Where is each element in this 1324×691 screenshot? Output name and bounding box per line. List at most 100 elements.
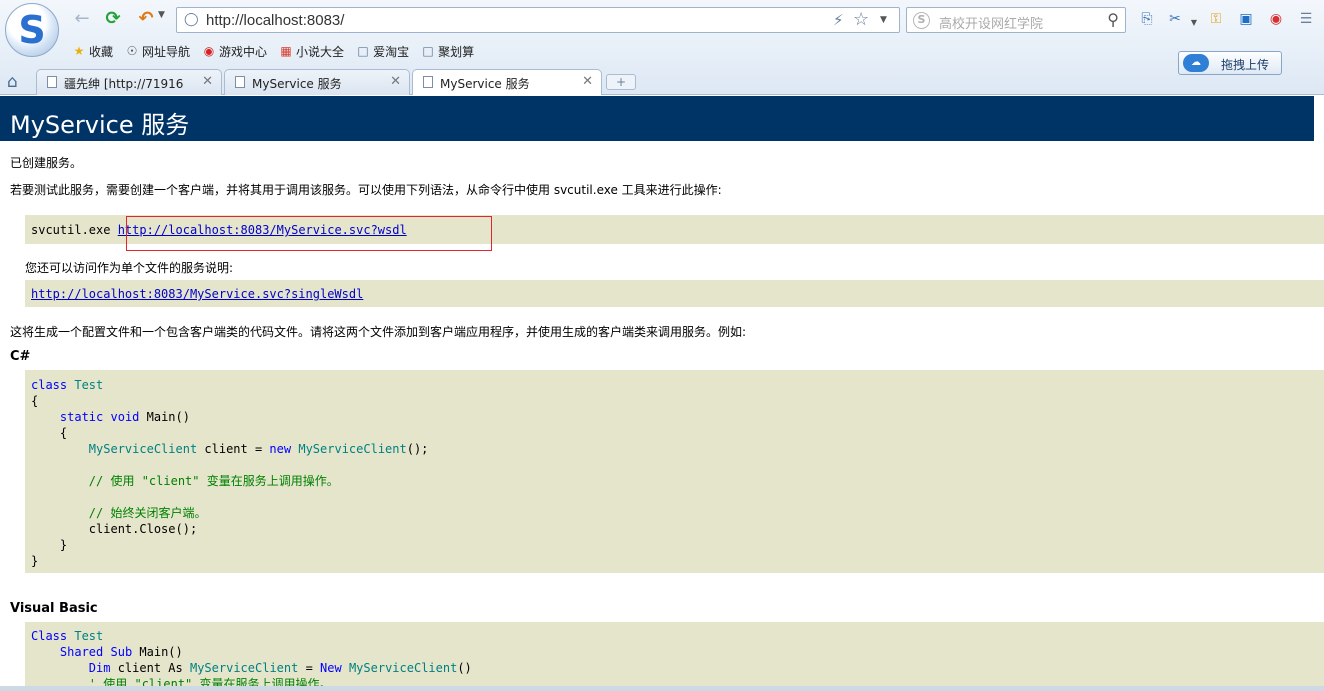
bookmark-label: 聚划算 [438,44,475,59]
star-icon: ★ [73,44,85,58]
horizontal-scrollbar[interactable] [0,686,1324,691]
code-line: } [59,538,68,552]
code-keyword: void [110,410,140,424]
code-comment: // 始终关闭客户端。 [88,506,207,520]
code-line: { [31,394,39,408]
bookmark-item[interactable]: □ 爱淘宝 [356,42,409,60]
bookmark-label: 游戏中心 [219,44,268,59]
code-line: (); [406,442,429,456]
svcutil-command: svcutil.exe [31,223,118,237]
home-icon[interactable]: ⌂ [7,72,18,92]
game-icon: ◉ [203,44,215,58]
new-tab-button[interactable]: + [606,74,636,90]
code-type: MyServiceClient [88,442,198,456]
code-keyword: new [269,442,292,456]
tab-label: MyService 服务 [252,77,342,91]
single-wsdl-link[interactable]: http://localhost:8083/MyService.svc?sing… [31,287,363,301]
page-icon: □ [422,44,434,58]
tab-1[interactable]: 疆先绅 [http://7191637 ✕ [36,69,222,95]
back-arrow-icon[interactable]: ← [70,8,94,30]
close-icon[interactable]: ✕ [582,74,593,89]
bookmark-item[interactable]: ▦ 小说大全 [279,42,344,60]
cloud-icon: ☁ [1183,54,1209,72]
csharp-title: C# [10,349,31,364]
code-line: Main() [132,645,183,659]
csharp-code-box: class Test { static void Main() { MyServ… [25,370,1324,573]
code-line: () [457,661,472,675]
globe-icon: ☉ [126,44,138,58]
close-icon[interactable]: ✕ [390,74,401,89]
page-content: MyService 服务 已创建服务。 若要测试此服务，需要创建一个客户端，并将… [0,95,1324,691]
heading-bar: MyService 服务 [0,96,1314,141]
code-line: { [59,426,68,440]
weibo-icon[interactable]: ◉ [1267,10,1285,28]
page-icon [235,76,245,88]
page-icon [423,76,433,88]
upload-label: 拖拽上传 [1221,58,1270,72]
bookmark-item[interactable]: □ 聚划算 [421,42,474,60]
code-type: MyServiceClient [348,661,458,675]
tab-3-active[interactable]: MyService 服务 ✕ [412,69,602,96]
single-wsdl-box: http://localhost:8083/MyService.svc?sing… [25,280,1324,307]
bookmark-item[interactable]: ◉ 游戏中心 [202,42,267,60]
address-dropdown-icon[interactable]: ▼ [880,15,887,25]
translate-icon[interactable]: ▣ [1237,10,1255,28]
highlight-frame [126,216,492,251]
vb-title: Visual Basic [10,601,98,616]
page-title: MyService 服务 [10,111,190,139]
code-type: MyServiceClient [298,442,407,456]
address-url[interactable]: http://localhost:8083/ [206,12,344,29]
code-line: = [298,661,321,675]
code-type: Test [74,629,104,643]
tab-2[interactable]: MyService 服务 ✕ [224,69,410,95]
code-line: Main() [139,410,190,424]
undo-icon[interactable]: ↶ [134,8,158,30]
csharp-code: class Test { static void Main() { MyServ… [31,377,428,569]
key-icon[interactable]: ⚿ [1207,10,1225,28]
bookmark-label: 爱淘宝 [373,44,410,59]
bookmark-item[interactable]: ★ 收藏 [72,42,113,60]
page-icon: □ [357,44,369,58]
tab-label: 疆先绅 [http://7191637 [64,77,184,91]
vb-code-box: Class Test Shared Sub Main() Dim client … [25,622,1324,691]
bookmark-label: 网址导航 [142,44,191,59]
refresh-icon[interactable]: ⟳ [101,8,125,30]
search-input[interactable]: 高校开设网红学院 [939,13,1043,32]
upload-button[interactable]: ☁ 拖拽上传 [1178,51,1282,75]
code-comment: // 使用 "client" 变量在服务上调用操作。 [88,474,339,488]
code-keyword: Sub [110,645,133,659]
browser-chrome: S ← ⟳ ↶ ▼ ◯ http://localhost:8083/ ⚡︎ ☆ … [0,0,1324,96]
close-icon[interactable]: ✕ [202,74,213,89]
code-keyword: static [59,410,104,424]
tool-login-icon[interactable]: ⎘ [1138,10,1156,28]
bookmark-star-icon[interactable]: ☆ [853,9,869,30]
search-engine-icon[interactable]: S [913,12,930,29]
single-file-text: 您还可以访问作为单个文件的服务说明: [25,261,234,275]
code-keyword: Shared [59,645,104,659]
code-line: client = [197,442,270,456]
bookmark-label: 收藏 [89,44,114,59]
menu-icon[interactable]: ☰ [1297,10,1315,28]
address-bar[interactable]: ◯ http://localhost:8083/ ⚡︎ ☆ ▼ [176,7,900,33]
search-icon[interactable]: ⚲ [1107,10,1119,29]
created-text: 已创建服务。 [10,156,83,170]
lightning-icon[interactable]: ⚡︎ [833,11,844,29]
code-line: } [31,554,39,568]
bookmark-item[interactable]: ☉ 网址导航 [125,42,190,60]
book-icon: ▦ [280,44,292,58]
bookmark-label: 小说大全 [296,44,345,59]
tab-label: MyService 服务 [440,77,530,91]
scissors-icon[interactable]: ✂ [1166,10,1184,28]
shield-icon: ◯ [184,12,199,27]
browser-logo-icon[interactable]: S [5,3,59,57]
search-box[interactable]: S 高校开设网红学院 ⚲ [906,7,1126,33]
scissors-dropdown-icon[interactable]: ▼ [1185,14,1203,32]
code-line: client.Close(); [88,522,198,536]
code-keyword: Class [31,629,68,643]
code-type: MyServiceClient [189,661,299,675]
undo-dropdown-icon[interactable]: ▼ [158,10,165,20]
tab-strip: ⌂ 疆先绅 [http://7191637 ✕ MyService 服务 ✕ M… [0,66,640,96]
generate-text: 这将生成一个配置文件和一个包含客户端类的代码文件。请将这两个文件添加到客户端应用… [10,325,747,339]
vb-code: Class Test Shared Sub Main() Dim client … [31,628,472,691]
code-keyword: class [31,378,68,392]
